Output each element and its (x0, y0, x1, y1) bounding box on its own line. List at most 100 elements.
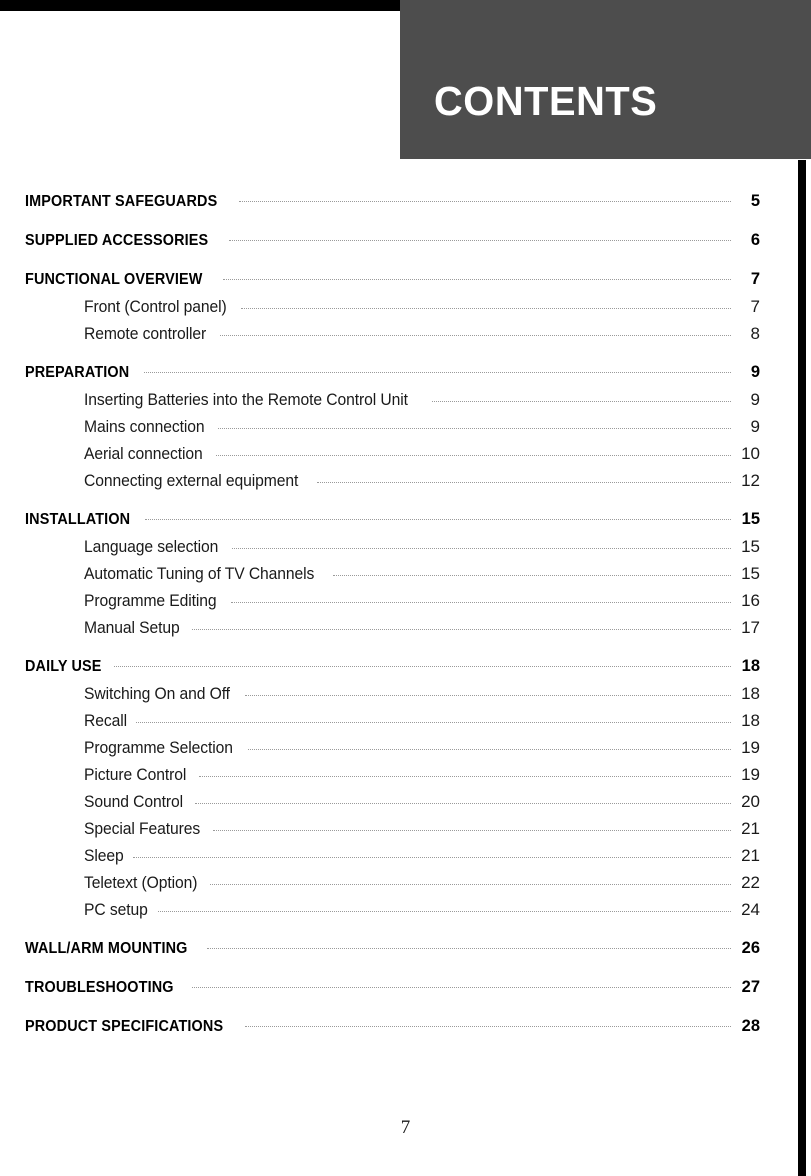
toc-entry-page-number: 21 (741, 819, 760, 838)
toc-entry-label: Switching On and Off (84, 685, 230, 703)
toc-entry[interactable]: PC setup 24 (0, 900, 811, 927)
toc-leader-dots (333, 574, 731, 576)
toc-entry[interactable]: Sound Control 20 (0, 792, 811, 819)
toc-leader-dots (217, 427, 731, 429)
toc-leader-dots (431, 400, 731, 402)
toc-entry-page-number: 18 (741, 657, 760, 675)
toc-leader-dots (158, 910, 731, 912)
toc-entry-page-number: 5 (750, 192, 760, 210)
toc-entry-page-number: 18 (741, 684, 760, 703)
toc-entry-label: Inserting Batteries into the Remote Cont… (84, 391, 408, 409)
toc-leader-dots (316, 481, 731, 483)
toc-entry-label: WALL/ARM MOUNTING (25, 940, 188, 957)
toc-entry[interactable]: IMPORTANT SAFEGUARDS 5 (0, 192, 811, 219)
toc-entry[interactable]: Inserting Batteries into the Remote Cont… (0, 390, 811, 417)
toc-entry[interactable]: SUPPLIED ACCESSORIES 6 (0, 231, 811, 258)
toc-entry-label: Programme Selection (84, 739, 233, 757)
toc-entry[interactable]: Front (Control panel) 7 (0, 297, 811, 324)
toc-entry[interactable]: FUNCTIONAL OVERVIEW 7 (0, 270, 811, 297)
toc-entry-label: TROUBLESHOOTING (25, 979, 174, 996)
toc-entry-page-number: 15 (741, 537, 760, 556)
toc-entry[interactable]: Special Features 21 (0, 819, 811, 846)
toc-entry-page-number: 22 (741, 873, 760, 892)
toc-entry-label: Language selection (84, 538, 219, 556)
toc-entry[interactable]: INSTALLATION 15 (0, 510, 811, 537)
toc-entry[interactable]: Aerial connection 10 (0, 444, 811, 471)
toc-entry-page-number: 9 (750, 363, 760, 381)
toc-entry[interactable]: Programme Selection 19 (0, 738, 811, 765)
toc-entry[interactable]: WALL/ARM MOUNTING 26 (0, 939, 811, 966)
toc-entry-label: Front (Control panel) (84, 298, 227, 316)
toc-entry-label: Picture Control (84, 766, 187, 784)
toc-leader-dots (191, 628, 731, 630)
toc-entry-label: SUPPLIED ACCESSORIES (25, 232, 209, 249)
page-title: CONTENTS (434, 78, 658, 124)
toc-entry[interactable]: PREPARATION 9 (0, 363, 811, 390)
toc-leader-dots (230, 601, 731, 603)
toc-entry-label: Teletext (Option) (84, 874, 198, 892)
toc-leader-dots (229, 239, 731, 241)
toc-entry-label: Aerial connection (84, 445, 203, 463)
toc-entry-page-number: 8 (750, 324, 760, 343)
toc-entry-label: Manual Setup (84, 619, 180, 637)
toc-leader-dots (247, 748, 731, 750)
toc-entry-label: DAILY USE (25, 658, 102, 675)
toc-entry-label: Programme Editing (84, 592, 217, 610)
toc-entry-label: Connecting external equipment (84, 472, 299, 490)
toc-leader-dots (238, 200, 731, 202)
toc-entry-page-number: 15 (741, 564, 760, 583)
toc-entry[interactable]: Language selection 15 (0, 537, 811, 564)
toc-entry[interactable]: Recall 18 (0, 711, 811, 738)
toc-leader-dots (132, 856, 731, 858)
toc-entry[interactable]: Programme Editing 16 (0, 591, 811, 618)
toc-leader-dots (144, 371, 731, 373)
toc-leader-dots (210, 883, 731, 885)
toc-entry-page-number: 20 (741, 792, 760, 811)
toc-leader-dots (206, 947, 731, 949)
toc-entry[interactable]: Picture Control 19 (0, 765, 811, 792)
toc-entry-page-number: 21 (741, 846, 760, 865)
toc-entry[interactable]: Teletext (Option) 22 (0, 873, 811, 900)
toc-entry-page-number: 15 (741, 510, 760, 528)
toc-entry-page-number: 26 (741, 939, 760, 957)
toc-entry-page-number: 16 (741, 591, 760, 610)
toc-entry[interactable]: DAILY USE 18 (0, 657, 811, 684)
toc-entry-label: PRODUCT SPECIFICATIONS (25, 1018, 224, 1035)
toc-entry-label: Special Features (84, 820, 201, 838)
toc-entry[interactable]: Connecting external equipment 12 (0, 471, 811, 498)
toc-entry-page-number: 18 (741, 711, 760, 730)
toc-entry[interactable]: TROUBLESHOOTING 27 (0, 978, 811, 1005)
toc-entry-page-number: 19 (741, 738, 760, 757)
toc-leader-dots (241, 307, 731, 309)
toc-entry-label: IMPORTANT SAFEGUARDS (25, 193, 218, 210)
toc-leader-dots (191, 986, 731, 988)
toc-entry-label: Sleep (84, 847, 124, 865)
toc-entry-page-number: 6 (750, 231, 760, 249)
toc-entry-label: Automatic Tuning of TV Channels (84, 565, 315, 583)
toc-entry[interactable]: Switching On and Off 18 (0, 684, 811, 711)
toc-leader-dots (245, 1025, 731, 1027)
toc-entry-page-number: 19 (741, 765, 760, 784)
toc-entry[interactable]: Mains connection 9 (0, 417, 811, 444)
toc-entry[interactable]: PRODUCT SPECIFICATIONS 28 (0, 1017, 811, 1044)
toc-entry-label: PC setup (84, 901, 148, 919)
toc-entry-page-number: 24 (741, 900, 760, 919)
toc-leader-dots (219, 334, 731, 336)
toc-entry[interactable]: Sleep 21 (0, 846, 811, 873)
toc-leader-dots (145, 518, 731, 520)
toc-entry[interactable]: Automatic Tuning of TV Channels 15 (0, 564, 811, 591)
toc-entry-label: FUNCTIONAL OVERVIEW (25, 271, 203, 288)
toc-entry[interactable]: Remote controller 8 (0, 324, 811, 351)
toc-entry-page-number: 9 (750, 390, 760, 409)
toc-entry-label: Remote controller (84, 325, 207, 343)
toc-entry[interactable]: Manual Setup 17 (0, 618, 811, 645)
toc-entry-label: PREPARATION (25, 364, 130, 381)
toc-leader-dots (213, 829, 731, 831)
toc-entry-page-number: 27 (741, 978, 760, 996)
toc-entry-label: Recall (84, 712, 128, 730)
toc-entry-label: Mains connection (84, 418, 205, 436)
toc-leader-dots (244, 694, 731, 696)
toc-leader-dots (232, 547, 731, 549)
toc-leader-dots (215, 454, 731, 456)
toc-entry-page-number: 7 (750, 270, 760, 288)
